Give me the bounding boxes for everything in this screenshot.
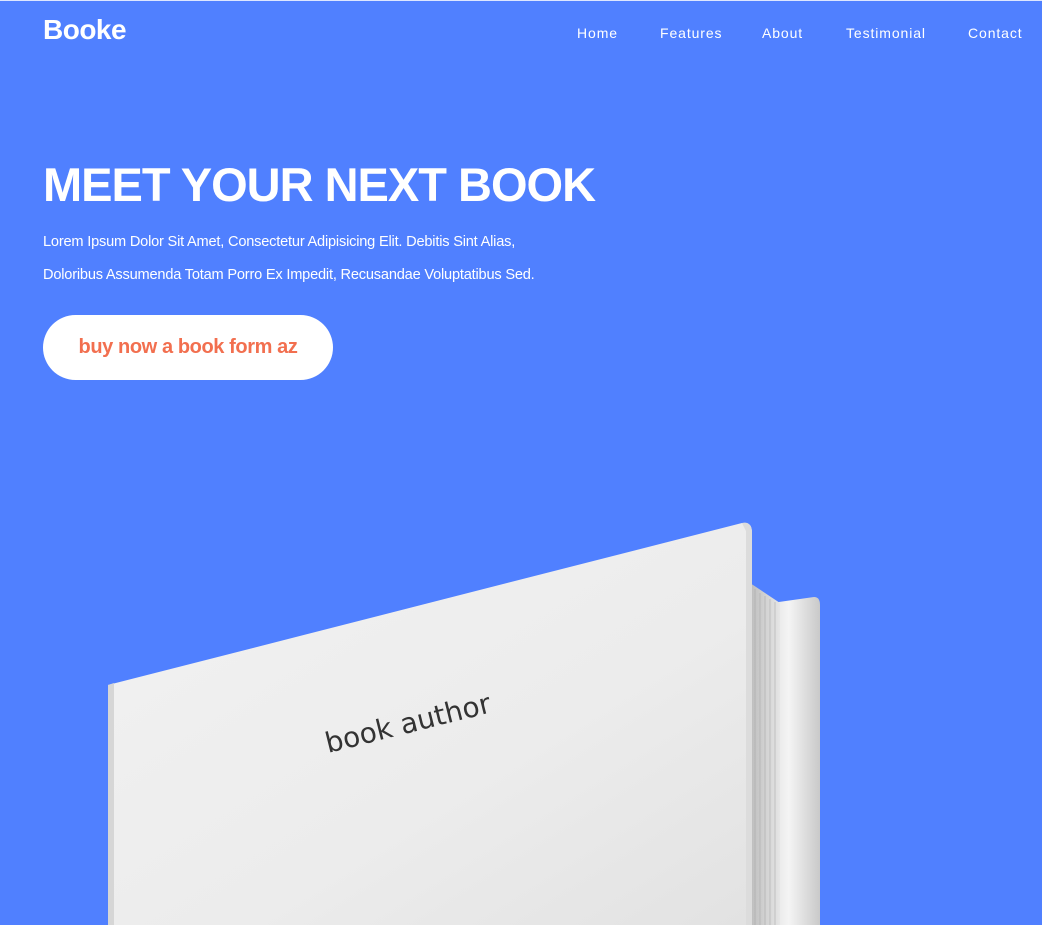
buy-book-button[interactable]: buy now a book form az bbox=[43, 315, 333, 380]
cover-left-edge bbox=[108, 683, 114, 925]
hero-title: MEET YOUR NEXT BOOK bbox=[43, 158, 596, 211]
hero-description-line-2: Doloribus Assumenda Totam Porro Ex Imped… bbox=[43, 267, 535, 283]
hero-description-line-1: Lorem Ipsum Dolor Sit Amet, Consectetur … bbox=[43, 234, 516, 250]
nav-link-testimonial[interactable]: Testimonial bbox=[846, 25, 926, 41]
nav-link-features[interactable]: Features bbox=[660, 25, 722, 41]
nav-link-home[interactable]: Home bbox=[577, 25, 618, 41]
nav-menu: Home Features About Testimonial Contact bbox=[0, 25, 1042, 45]
navbar: Booke Home Features About Testimonial Co… bbox=[0, 0, 1042, 68]
book-image: book author bbox=[90, 505, 850, 925]
nav-link-about[interactable]: About bbox=[762, 25, 803, 41]
book-illustration: book author bbox=[108, 522, 820, 925]
nav-link-contact[interactable]: Contact bbox=[968, 25, 1023, 41]
